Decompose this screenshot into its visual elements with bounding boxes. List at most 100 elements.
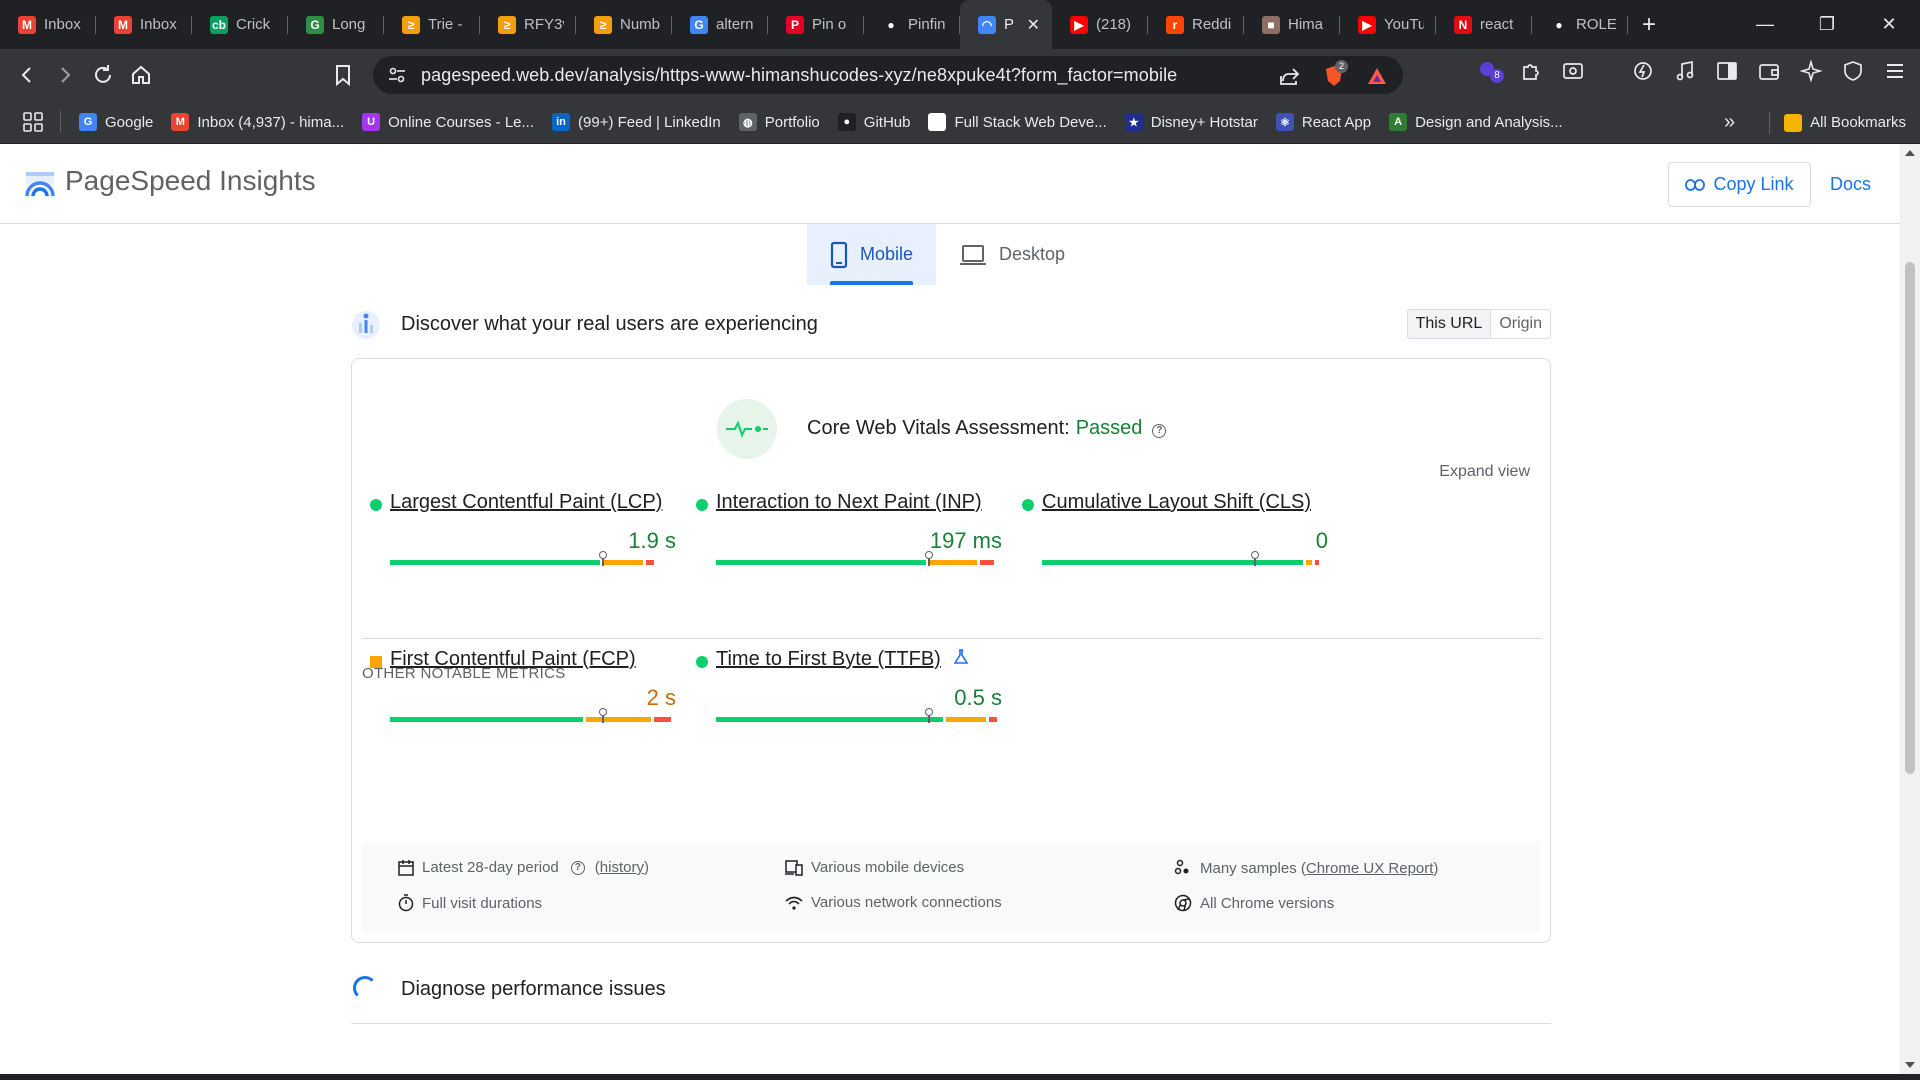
bookmark-item[interactable]: ● GitHub	[837, 113, 910, 131]
sidebar-icon[interactable]	[1716, 60, 1738, 82]
home-icon[interactable]	[122, 56, 160, 94]
bookmark-item[interactable]: M Inbox (4,937) - hima...	[171, 113, 344, 131]
bookmark-label: (99+) Feed | LinkedIn	[578, 113, 721, 131]
copy-link-label: Copy Link	[1713, 174, 1794, 194]
extension-badge-icon[interactable]: 8	[1478, 60, 1504, 83]
field-data-title: Discover what your real users are experi…	[401, 313, 818, 335]
crux-link[interactable]: Chrome UX Report	[1306, 860, 1434, 877]
metric-value: 0	[1315, 528, 1328, 553]
reload-icon[interactable]	[84, 56, 122, 94]
scroll-up-icon[interactable]	[1905, 150, 1915, 156]
bookmark-item[interactable]: U Online Courses - Le...	[362, 113, 534, 131]
help-icon[interactable]: ?	[1152, 424, 1167, 438]
site-info-icon[interactable]	[388, 66, 406, 89]
gmail-icon: M	[114, 15, 132, 34]
vpn-icon[interactable]	[1842, 60, 1864, 82]
music-icon[interactable]	[1674, 60, 1696, 82]
browser-tab[interactable]: ◠ P ✕	[960, 0, 1052, 49]
browser-tab[interactable]: Galtern	[672, 0, 768, 49]
tab-mobile[interactable]: Mobile	[807, 224, 937, 285]
browser-tab[interactable]: ≥ Trie -	[384, 0, 480, 49]
bookmark-label: Portfolio	[764, 113, 820, 131]
scroll-down-icon[interactable]	[1905, 1062, 1915, 1068]
brave-shields-icon[interactable]: 2	[1323, 60, 1348, 93]
more-bookmarks-icon[interactable]: »	[1724, 111, 1735, 134]
minimize-icon[interactable]: —	[1734, 0, 1796, 49]
tab-desktop[interactable]: Desktop	[936, 224, 1088, 285]
restore-icon[interactable]: ❐	[1796, 0, 1858, 49]
metric-card: Time to First Byte (TTFB) 0.5 s	[696, 648, 1046, 738]
leo-icon[interactable]	[1632, 60, 1654, 82]
extensions-icon[interactable]	[1520, 60, 1542, 82]
back-icon[interactable]	[8, 56, 46, 94]
hotstar-icon: ★	[1124, 113, 1143, 131]
close-window-icon[interactable]: ✕	[1858, 0, 1920, 49]
browser-tab[interactable]: ● Pinfin	[864, 0, 960, 49]
page-scrollbar[interactable]	[1900, 144, 1920, 1074]
new-tab-icon[interactable]: +	[1642, 11, 1656, 39]
metric-name[interactable]: Interaction to Next Paint (INP)	[716, 491, 982, 514]
history-link[interactable]: history	[600, 859, 644, 876]
period-help-icon[interactable]: ?	[570, 860, 585, 875]
browser-tab[interactable]: ≥ Numb	[576, 0, 672, 49]
browser-tab[interactable]: M Inbox	[96, 0, 192, 49]
browser-tab[interactable]: ▶ (218)	[1052, 0, 1148, 49]
bookmark-item[interactable]: ★ Disney+ Hotstar	[1124, 113, 1258, 131]
close-tab-icon[interactable]: ✕	[1027, 15, 1040, 35]
menu-icon[interactable]	[1884, 60, 1906, 82]
browser-tab[interactable]: P Pin o	[768, 0, 864, 49]
url-text[interactable]: pagespeed.web.dev/analysis/https-www-him…	[421, 65, 1177, 86]
metric-name[interactable]: First Contentful Paint (FCP)	[390, 648, 636, 671]
pagespeed-logo-icon[interactable]	[24, 170, 56, 205]
all-bookmarks-label: All Bookmarks	[1810, 114, 1906, 131]
browser-tab[interactable]: ● ROLE	[1532, 0, 1628, 49]
browser-tab[interactable]: ≥ RFY3v	[480, 0, 576, 49]
bookmark-item[interactable]: A Design and Analysis...	[1389, 113, 1563, 131]
wallet-icon[interactable]	[1758, 60, 1780, 82]
browser-tab[interactable]: Nreact	[1436, 0, 1532, 49]
browser-tab-title: Numb	[620, 16, 660, 33]
all-bookmarks-button[interactable]: All Bookmarks	[1784, 113, 1906, 132]
docs-link[interactable]: Docs	[1830, 174, 1871, 195]
psi-header: PageSpeed Insights Copy Link Docs	[0, 144, 1900, 224]
page-title[interactable]: PageSpeed Insights	[65, 165, 316, 197]
browser-tab[interactable]: r Reddi	[1148, 0, 1244, 49]
good-segment	[1042, 560, 1303, 565]
codestudio-icon: ≥	[402, 15, 420, 34]
metric-name[interactable]: Cumulative Layout Shift (CLS)	[1042, 491, 1311, 514]
browser-tab[interactable]: G Long	[288, 0, 384, 49]
brave-rewards-icon[interactable]	[1367, 66, 1387, 91]
tab-strip: M Inbox M Inbox cb Crick G Long ≥ Trie - ≥ RFY3v ≥ Nu…	[0, 0, 1920, 49]
bookmark-item[interactable]: G Google	[79, 113, 153, 131]
scrollbar-thumb[interactable]	[1905, 262, 1915, 774]
bookmark-item[interactable]: ◍ Portfolio	[738, 113, 820, 131]
needs-improvement-segment	[1306, 560, 1312, 565]
expand-view-button[interactable]: Expand view	[1439, 463, 1530, 481]
bookmark-label: React App	[1301, 113, 1372, 131]
samples-label: Many samples	[1200, 859, 1297, 877]
browser-tab[interactable]: M Inbox	[0, 0, 96, 49]
vitals-pulse-icon	[717, 399, 777, 459]
ai-sparkle-icon[interactable]	[1800, 60, 1822, 82]
percentile-marker	[1251, 551, 1259, 559]
globe-icon: ◍	[738, 113, 757, 131]
share-icon[interactable]	[1279, 66, 1301, 91]
bookmark-item[interactable]: ⚛ React App	[1275, 113, 1372, 131]
copy-link-button[interactable]: Copy Link	[1668, 162, 1811, 207]
forward-icon[interactable]	[46, 56, 84, 94]
metric-name[interactable]: Largest Contentful Paint (LCP)	[390, 491, 662, 514]
browser-tab[interactable]: ■ Hima	[1244, 0, 1340, 49]
bookmark-label: Disney+ Hotstar	[1150, 113, 1258, 131]
metric-name[interactable]: Time to First Byte (TTFB)	[716, 648, 941, 671]
apps-grid-icon[interactable]	[22, 111, 44, 133]
bookmark-item[interactable]: Full Stack Web Deve...	[928, 113, 1107, 131]
origin-toggle[interactable]: Origin	[1491, 310, 1550, 338]
browser-tab[interactable]: ▶ YouTu	[1340, 0, 1436, 49]
screenshot-icon[interactable]	[1562, 60, 1584, 82]
bookmark-item[interactable]: in (99+) Feed | LinkedIn	[552, 113, 721, 131]
browser-tab[interactable]: cb Crick	[192, 0, 288, 49]
this-url-toggle[interactable]: This URL	[1407, 310, 1492, 338]
address-bar[interactable]: pagespeed.web.dev/analysis/https-www-him…	[373, 56, 1403, 94]
browser-tab-title: P	[1004, 16, 1015, 33]
bookmark-icon[interactable]	[324, 56, 362, 94]
